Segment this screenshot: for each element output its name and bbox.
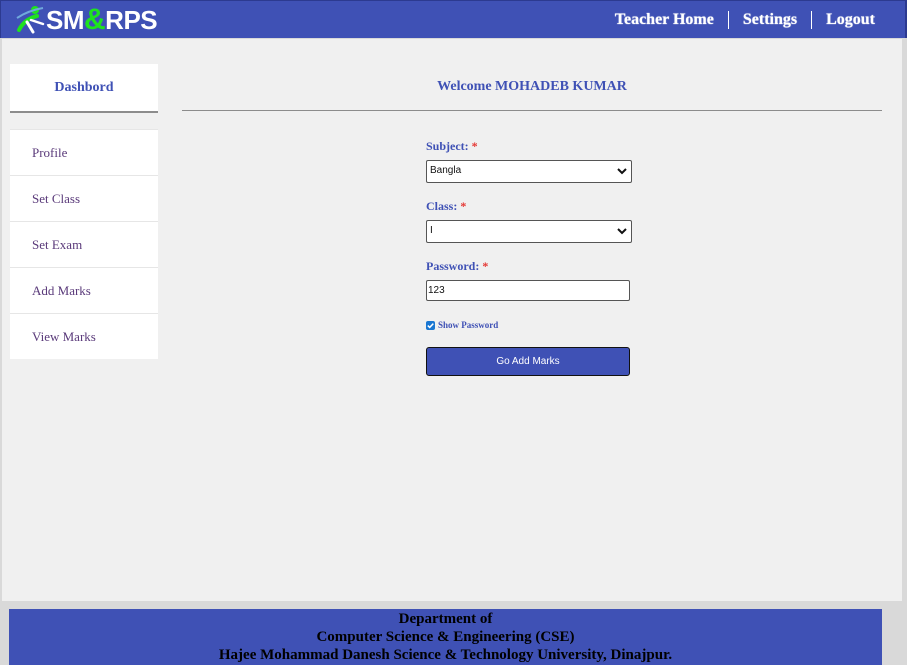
sidebar-item-profile[interactable]: Profile: [10, 129, 158, 175]
sidebar-item-set-class[interactable]: Set Class: [10, 175, 158, 221]
welcome-heading: Welcome MOHADEB KUMAR: [437, 79, 627, 94]
required-marker: *: [482, 259, 489, 273]
required-marker: *: [460, 199, 467, 213]
password-label: Password: *: [426, 259, 489, 273]
subject-select[interactable]: Bangla: [426, 160, 632, 183]
chevron-down-icon: [617, 228, 627, 235]
footer: Department of Computer Science & Enginee…: [9, 609, 882, 665]
class-selected-value: I: [430, 225, 433, 236]
nav-logout-link[interactable]: Logout: [812, 11, 889, 29]
footer-university: Hajee Mohammad Danesh Science & Technolo…: [218, 647, 673, 663]
logo-text: SM&RPS: [46, 3, 158, 36]
sidebar-item-add-marks[interactable]: Add Marks: [10, 267, 158, 313]
sidebar-title[interactable]: Dashbord: [10, 64, 158, 113]
sidebar-item-set-exam[interactable]: Set Exam: [10, 221, 158, 267]
sidebar-item-view-marks[interactable]: View Marks: [10, 313, 158, 359]
nav-links: Teacher Home Settings Logout: [601, 1, 889, 38]
logo-figure-icon: [16, 6, 45, 34]
chevron-down-icon: [617, 168, 627, 175]
subject-selected-value: Bangla: [430, 165, 462, 176]
heading-divider: [182, 110, 882, 111]
sidebar: Dashbord Profile Set Class Set Exam Add …: [10, 64, 158, 359]
show-password-label[interactable]: Show Password: [438, 320, 498, 330]
footer-dept-name: Computer Science & Engineering (CSE): [316, 629, 575, 645]
class-label: Class: *: [426, 199, 467, 213]
footer-department: Department of: [398, 611, 493, 627]
checkmark-icon: [427, 322, 434, 328]
brand-logo[interactable]: SM&RPS: [13, 3, 158, 36]
top-navbar: SM&RPS Teacher Home Settings Logout: [0, 0, 907, 38]
go-add-marks-button[interactable]: Go Add Marks: [426, 347, 630, 376]
class-select[interactable]: I: [426, 220, 632, 243]
main-content-area: Dashbord Profile Set Class Set Exam Add …: [2, 39, 902, 601]
show-password-row: Show Password: [426, 319, 636, 331]
sidebar-menu: Profile Set Class Set Exam Add Marks Vie…: [10, 129, 158, 359]
subject-label: Subject: *: [426, 139, 478, 153]
add-marks-form: Subject: * Bangla Class: * I Password: *…: [426, 139, 636, 376]
password-field[interactable]: 123: [426, 280, 630, 301]
nav-settings-link[interactable]: Settings: [729, 11, 811, 29]
nav-teacher-home-link[interactable]: Teacher Home: [601, 11, 728, 29]
show-password-checkbox[interactable]: [426, 320, 435, 330]
required-marker: *: [471, 139, 478, 153]
